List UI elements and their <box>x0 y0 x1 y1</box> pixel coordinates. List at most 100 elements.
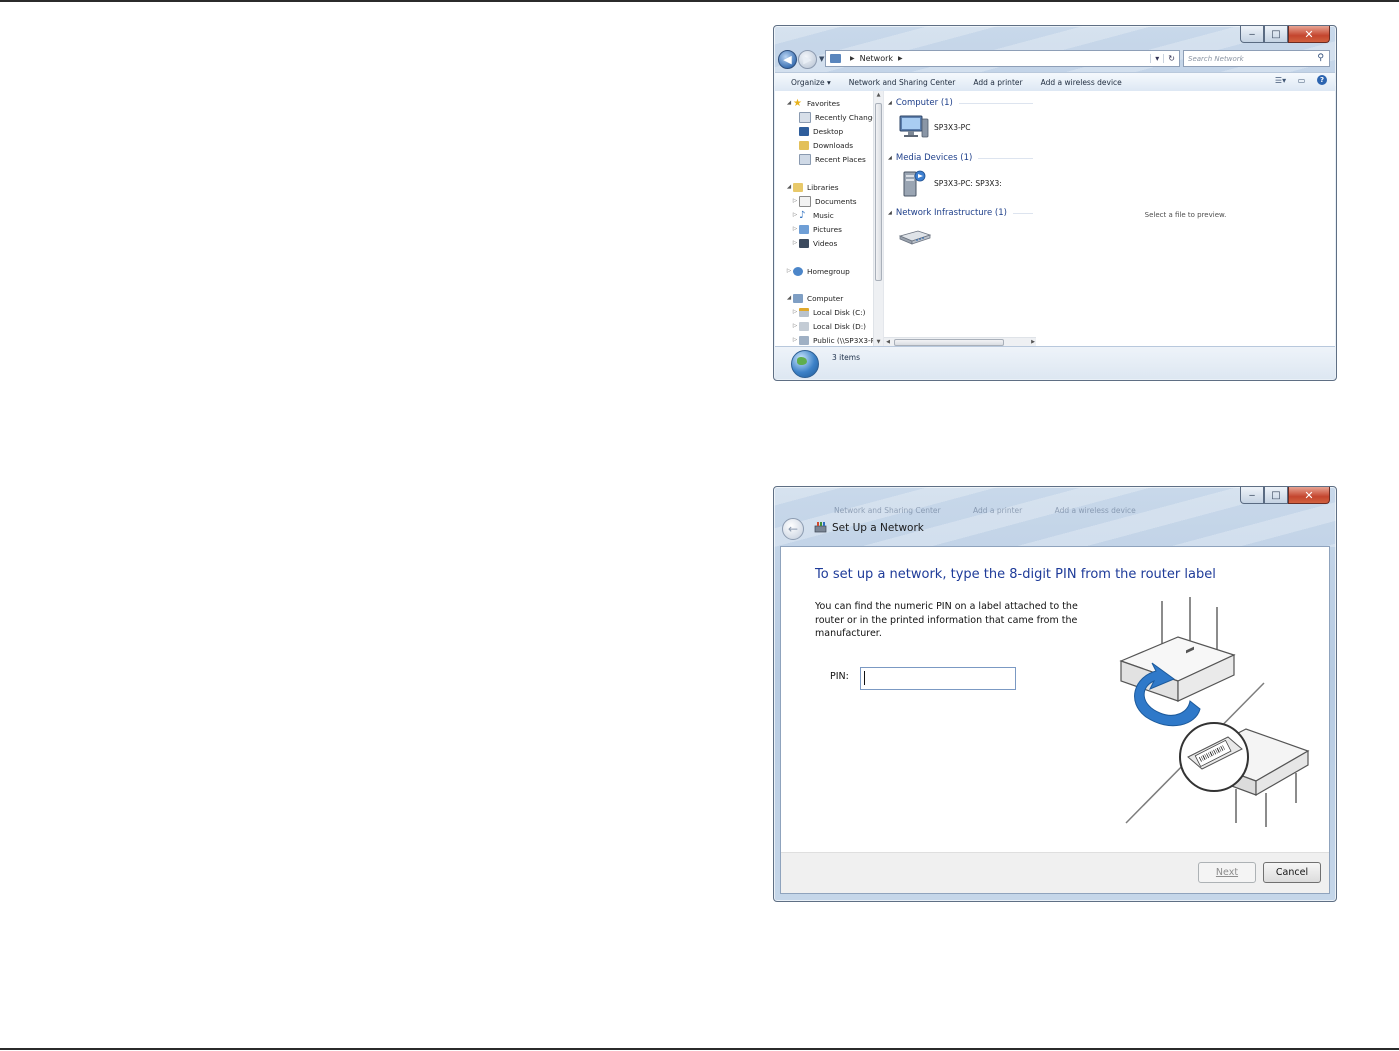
change-view-icon[interactable]: ☰▾ <box>1275 75 1286 85</box>
forward-icon[interactable]: ▶ <box>798 49 817 69</box>
group-header-network-infrastructure[interactable]: ◢ Network Infrastructure (1) <box>888 208 1033 218</box>
recent-pages-icon[interactable]: ▼ <box>819 55 824 63</box>
close-button[interactable]: ✕ <box>1288 487 1330 504</box>
help-icon[interactable]: ? <box>1317 75 1327 85</box>
cancel-button[interactable]: Cancel <box>1263 862 1321 883</box>
group-header-media-devices[interactable]: ◢ Media Devices (1) <box>888 153 1033 163</box>
collapse-arrow-icon[interactable]: ◢ <box>785 100 793 106</box>
nav-computer[interactable]: ◢ Computer <box>785 292 843 304</box>
details-pane: 3 items <box>775 346 1335 379</box>
expand-arrow-icon[interactable]: ▷ <box>791 212 799 218</box>
network-item-computer[interactable]: SP3X3-PC <box>898 113 970 141</box>
group-header-label: Computer (1) <box>895 98 953 108</box>
expand-arrow-icon[interactable]: ▷ <box>791 323 799 329</box>
next-button[interactable]: Next <box>1198 862 1256 883</box>
nav-documents[interactable]: ▷ Documents <box>791 195 857 207</box>
collapse-arrow-icon[interactable]: ◢ <box>785 184 793 190</box>
navigation-scrollbar[interactable]: ▲ ▼ <box>873 91 883 347</box>
minimize-button[interactable]: ‒ <box>1240 487 1264 504</box>
navigation-row: ◀ ▶ ▼ ▶ Network ▶ ▾ ↻ Search Network ⚲ <box>778 48 1332 70</box>
scrollbar-thumb[interactable] <box>894 339 1004 346</box>
search-placeholder: Search Network <box>1188 54 1244 63</box>
preview-pane: Select a file to preview. <box>1036 91 1335 347</box>
minimize-button[interactable]: ‒ <box>1240 26 1264 43</box>
maximize-button[interactable]: □ <box>1264 487 1288 504</box>
pin-input[interactable] <box>860 667 1016 690</box>
search-icon[interactable]: ⚲ <box>1317 53 1324 63</box>
instruction-heading: To set up a network, type the 8-digit PI… <box>815 567 1216 582</box>
scroll-left-icon[interactable]: ◀ <box>884 338 892 346</box>
close-button[interactable]: ✕ <box>1288 26 1330 43</box>
nav-recent-places[interactable]: Recent Places <box>799 153 866 165</box>
nav-local-disk-c[interactable]: ▷ Local Disk (C:) <box>791 306 865 318</box>
ghost-label: Add a printer <box>973 506 1023 515</box>
network-item-router[interactable] <box>898 229 932 245</box>
nav-label: Downloads <box>813 140 854 150</box>
documents-icon <box>799 195 811 207</box>
star-icon: ★ <box>793 97 802 109</box>
expand-arrow-icon[interactable]: ▷ <box>785 268 793 274</box>
back-arrow-icon[interactable]: ← <box>782 518 804 540</box>
nav-homegroup[interactable]: ▷ Homegroup <box>785 265 850 277</box>
network-drive-icon <box>799 335 809 345</box>
address-bar[interactable]: ▶ Network ▶ ▾ ↻ <box>825 50 1180 67</box>
network-icon <box>830 54 841 63</box>
search-input[interactable]: Search Network ⚲ <box>1183 50 1330 67</box>
window-caption-buttons: ‒ □ ✕ <box>1240 487 1330 504</box>
refresh-icon[interactable]: ↻ <box>1163 54 1179 63</box>
network-item-media-device[interactable]: SP3X3-PC: SP3X3: <box>898 168 1002 198</box>
nav-label: Local Disk (C:) <box>813 307 866 317</box>
expand-arrow-icon[interactable]: ▷ <box>791 226 799 232</box>
group-header-computer[interactable]: ◢ Computer (1) <box>888 98 1033 108</box>
preview-pane-icon[interactable]: ▭ <box>1296 75 1307 85</box>
organize-menu[interactable]: Organize ▾ <box>775 78 840 87</box>
group-divider <box>978 157 1033 159</box>
collapse-arrow-icon[interactable]: ◢ <box>888 210 892 216</box>
nav-recently-changed[interactable]: Recently Changed <box>799 111 881 123</box>
scroll-up-icon[interactable]: ▲ <box>874 91 883 100</box>
nav-label: Desktop <box>813 126 844 136</box>
collapse-arrow-icon[interactable]: ◢ <box>785 295 793 301</box>
nav-label: Recent Places <box>815 154 866 164</box>
drive-icon <box>799 321 809 331</box>
expand-arrow-icon[interactable]: ▷ <box>791 337 799 343</box>
add-wireless-device-button[interactable]: Add a wireless device <box>1032 78 1131 87</box>
scrollbar-thumb[interactable] <box>875 103 882 281</box>
add-printer-button[interactable]: Add a printer <box>964 78 1031 87</box>
system-drive-icon <box>799 307 809 317</box>
breadcrumb-chevron-icon[interactable]: ▶ <box>850 55 855 62</box>
breadcrumb-network[interactable]: Network <box>860 54 893 63</box>
expand-arrow-icon[interactable]: ▷ <box>791 198 799 204</box>
nav-desktop[interactable]: Desktop <box>799 125 843 137</box>
nav-favorites[interactable]: ◢ ★ Favorites <box>785 97 840 109</box>
collapse-arrow-icon[interactable]: ◢ <box>888 155 892 161</box>
wizard-footer: Next Cancel <box>781 852 1329 893</box>
nav-pictures[interactable]: ▷ Pictures <box>791 223 842 235</box>
background-toolbar-ghost: Network and Sharing Center Add a printer… <box>834 506 1166 515</box>
nav-public-share[interactable]: ▷ Public (\\SP3X3-PC) <box>791 334 883 346</box>
nav-local-disk-d[interactable]: ▷ Local Disk (D:) <box>791 320 866 332</box>
pictures-icon <box>799 224 809 234</box>
back-icon[interactable]: ◀ <box>778 49 797 69</box>
downloads-icon <box>799 140 809 150</box>
nav-videos[interactable]: ▷ Videos <box>791 237 837 249</box>
view-controls: ☰▾ ▭ ? <box>1275 75 1327 85</box>
item-label: SP3X3-PC: SP3X3: <box>934 178 1002 188</box>
expand-arrow-icon[interactable]: ▷ <box>791 309 799 315</box>
group-header-label: Media Devices (1) <box>895 153 973 163</box>
setup-network-window: Network and Sharing Center Add a printer… <box>773 486 1337 902</box>
router-label-illustration <box>1119 597 1310 827</box>
libraries-icon <box>793 182 803 192</box>
nav-downloads[interactable]: Downloads <box>799 139 853 151</box>
address-dropdown-icon[interactable]: ▾ <box>1150 54 1163 63</box>
breadcrumb-chevron-icon[interactable]: ▶ <box>898 55 903 62</box>
network-sharing-center-button[interactable]: Network and Sharing Center <box>840 78 965 87</box>
maximize-button[interactable]: □ <box>1264 26 1288 43</box>
nav-music[interactable]: ▷ ♪ Music <box>791 209 834 221</box>
group-divider <box>1012 212 1033 214</box>
expand-arrow-icon[interactable]: ▷ <box>791 240 799 246</box>
collapse-arrow-icon[interactable]: ◢ <box>888 100 892 106</box>
nav-libraries[interactable]: ◢ Libraries <box>785 181 839 193</box>
top-rule <box>0 0 1399 2</box>
explorer-client-area: ◢ ★ Favorites Recently Changed Desktop D… <box>775 91 1335 347</box>
